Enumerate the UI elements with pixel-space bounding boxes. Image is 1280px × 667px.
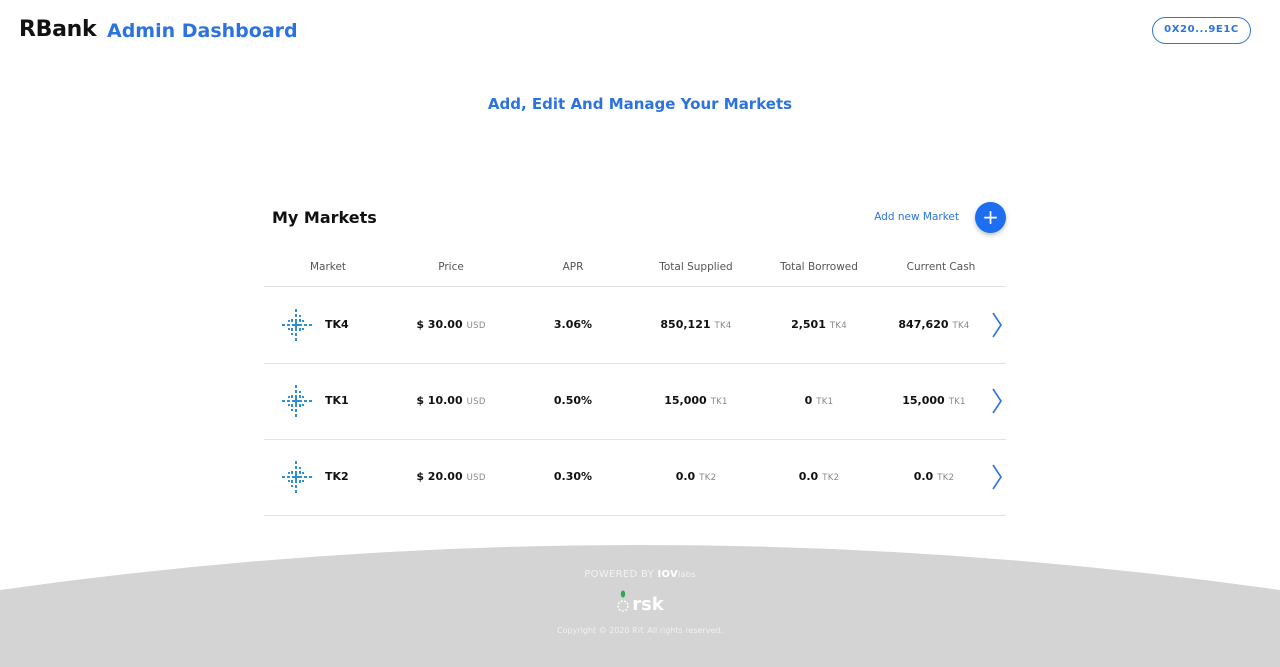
market-current-cash: 0.0 TK2: [913, 470, 955, 483]
market-total-borrowed: 0.0 TK2: [798, 470, 840, 483]
chevron-right-icon[interactable]: [990, 311, 1004, 339]
token-icon: [282, 461, 312, 493]
market-total-supplied: 0.0 TK2: [675, 470, 717, 483]
chevron-right-icon[interactable]: [990, 463, 1004, 491]
market-token-name: TK1: [325, 394, 349, 407]
market-row[interactable]: TK1 $ 10.00 USD 0.50% 15,000 TK1 0 TK1 15,0…: [264, 363, 1006, 440]
column-header-current-cash: Current Cash: [906, 261, 976, 273]
token-icon: [282, 309, 312, 341]
chevron-right-icon[interactable]: [990, 387, 1004, 415]
market-price: $ 30.00 USD: [416, 318, 486, 331]
copyright-text: Copyright © 2020 Rif. All rights reserve…: [557, 626, 723, 635]
table-header: Market Price APR Total Supplied Total Bo…: [264, 258, 1006, 287]
token-icon: [282, 385, 312, 417]
column-header-market: Market: [309, 261, 347, 273]
market-current-cash: 847,620 TK4: [898, 318, 970, 331]
markets-title: My Markets: [272, 208, 377, 227]
market-total-supplied: 15,000 TK1: [664, 394, 728, 407]
rsk-leaf-icon: [617, 590, 629, 612]
page-title: Admin Dashboard: [107, 20, 298, 42]
market-price: $ 20.00 USD: [416, 470, 486, 483]
column-header-total-supplied: Total Supplied: [659, 261, 733, 273]
market-apr: 3.06%: [553, 318, 593, 331]
market-apr: 0.50%: [553, 394, 593, 407]
powered-by: POWERED BY IOVlabs: [584, 569, 696, 580]
column-header-price: Price: [438, 261, 464, 273]
brand-logo[interactable]: RBank: [19, 17, 97, 42]
market-price: $ 10.00 USD: [416, 394, 486, 407]
market-total-supplied: 850,121 TK4: [660, 318, 732, 331]
market-row[interactable]: TK4 $ 30.00 USD 3.06% 850,121 TK4 2,501 TK4…: [264, 287, 1006, 364]
market-total-borrowed: 0 TK1: [804, 394, 834, 407]
plus-icon: +: [982, 205, 999, 229]
rsk-logo: rsk: [0, 590, 1280, 615]
add-market-link[interactable]: Add new Market: [874, 211, 959, 223]
market-token-name: TK4: [325, 318, 349, 331]
column-header-total-borrowed: Total Borrowed: [780, 261, 858, 273]
top-bar: RBank Admin Dashboard 0X20...9E1C: [0, 0, 1280, 62]
market-total-borrowed: 2,501 TK4: [791, 318, 847, 331]
column-header-apr: APR: [562, 261, 584, 273]
wallet-address-button[interactable]: 0X20...9E1C: [1152, 17, 1251, 44]
market-row[interactable]: TK2 $ 20.00 USD 0.30% 0.0 TK2 0.0 TK2 0.0 TK…: [264, 439, 1006, 516]
page-subtitle: Add, Edit And Manage Your Markets: [487, 95, 793, 113]
market-apr: 0.30%: [553, 470, 593, 483]
market-token-name: TK2: [325, 470, 349, 483]
add-market-button[interactable]: +: [975, 202, 1006, 233]
market-current-cash: 15,000 TK1: [902, 394, 966, 407]
